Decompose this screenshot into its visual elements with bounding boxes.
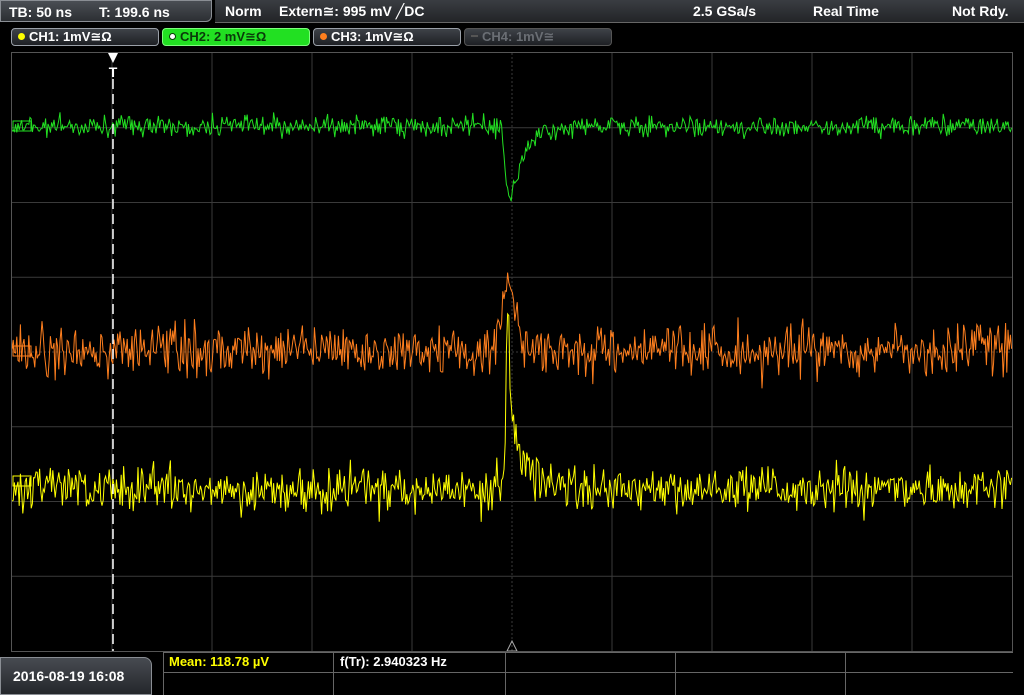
datetime: 2016-08-19 16:08 xyxy=(13,668,125,684)
graticule xyxy=(12,53,1012,651)
ch3-label: CH3: 1mV≅Ω xyxy=(331,29,414,44)
ch4-color-dot xyxy=(471,35,478,37)
trigger-mode[interactable]: Norm xyxy=(225,3,262,19)
tab-ch3[interactable]: CH3: 1mV≅Ω xyxy=(313,28,461,46)
datetime-panel: 2016-08-19 16:08 xyxy=(0,657,152,695)
ch2-color-dot xyxy=(169,33,176,40)
measurement-panel[interactable]: Mean: 118.78 µV f(Tr): 2.940323 Hz xyxy=(163,652,1013,695)
meas-divider-1 xyxy=(333,652,334,695)
ch1-label: CH1: 1mV≅Ω xyxy=(29,29,112,44)
waveform-canvas: T xyxy=(12,53,1012,651)
sample-rate: 2.5 GSa/s xyxy=(693,3,757,19)
trigger-source[interactable]: Extern≅: 995 mV ╱DC xyxy=(279,3,424,20)
trigger-offset-readout: T: 199.6 ns xyxy=(99,4,170,20)
ch3-color-dot xyxy=(320,33,327,40)
meas-divider-left xyxy=(163,652,164,695)
trigger-frequency-measurement: f(Tr): 2.940323 Hz xyxy=(340,654,447,669)
mean-measurement: Mean: 118.78 µV xyxy=(169,654,269,669)
timebase-panel[interactable]: TB: 50 ns T: 199.6 ns xyxy=(0,0,212,22)
tab-ch4[interactable]: CH4: 1mV≅ xyxy=(464,28,612,46)
tab-ch2[interactable]: CH2: 2 mV≅Ω xyxy=(162,28,310,46)
waveform-display[interactable]: T xyxy=(11,52,1013,652)
ch1-ground-marker[interactable] xyxy=(12,475,32,487)
trigger-marker-arrow xyxy=(108,53,118,63)
acquisition-mode: Real Time xyxy=(813,3,879,19)
acquisition-panel[interactable]: Norm Extern≅: 995 mV ╱DC 2.5 GSa/s Real … xyxy=(215,0,1024,23)
acquisition-status: Not Rdy. xyxy=(952,3,1009,19)
meas-divider-4 xyxy=(845,652,846,695)
meas-divider-top xyxy=(163,652,1013,653)
meas-divider-mid xyxy=(163,672,1013,673)
meas-divider-2 xyxy=(505,652,506,695)
status-bar: TB: 50 ns T: 199.6 ns Norm Extern≅: 995 … xyxy=(0,0,1024,25)
timebase-readout: TB: 50 ns xyxy=(9,4,73,20)
tab-ch1[interactable]: CH1: 1mV≅Ω xyxy=(11,28,159,46)
ch4-label: CH4: 1mV≅ xyxy=(482,29,555,44)
meas-divider-3 xyxy=(675,652,676,695)
ch1-color-dot xyxy=(18,33,25,40)
trigger-marker-label: T xyxy=(109,64,118,80)
ch2-label: CH2: 2 mV≅Ω xyxy=(180,29,267,44)
